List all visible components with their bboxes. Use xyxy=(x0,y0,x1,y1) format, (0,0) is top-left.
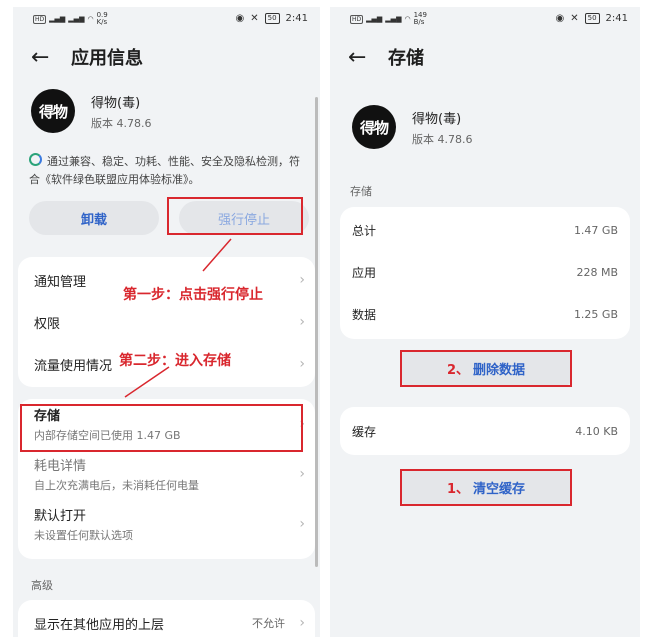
wifi-icon: ◠ xyxy=(404,15,411,23)
signal-icon-2: ▂▄▆ xyxy=(385,15,402,23)
app-version: 版本 4.78.6 xyxy=(412,132,473,146)
status-bar: HD ▂▄▆ ▂▄▆ ◠ 149 B/s ◉ ✕ 50 2:41 xyxy=(330,7,640,33)
sim-icon: HD xyxy=(350,14,364,24)
app-name: 得物(毒) xyxy=(412,111,462,127)
storage-screen: HD ▂▄▆ ▂▄▆ ◠ 149 B/s ◉ ✕ 50 2:41 ← 存储 得物… xyxy=(330,7,640,637)
annotation-lines xyxy=(124,238,232,398)
row-key: 缓存 xyxy=(352,424,377,439)
signal-indicators: HD ▂▄▆ ▂▄▆ ◠ 149 B/s xyxy=(350,12,427,26)
row-value: 228 MB xyxy=(576,265,618,279)
app-info-screen: HD ▂▄▆ ▂▄▆ ◠ 0.9 K/s ◉ ✕ 50 2:41 ← 应用信息 … xyxy=(13,7,320,637)
back-arrow-icon[interactable]: ← xyxy=(348,45,388,70)
cache-card: 缓存 4.10 KB xyxy=(340,407,630,455)
annotation-line-1 xyxy=(202,238,232,272)
section-storage: 存储 xyxy=(350,185,372,198)
highlight-delete-data xyxy=(400,350,572,387)
annotation-step2: 第二步：进入存储 xyxy=(119,353,231,369)
annotation-step1: 第一步：点击强行停止 xyxy=(123,287,263,303)
row-key: 数据 xyxy=(352,307,377,322)
mute-icon: ✕ xyxy=(570,13,579,24)
storage-row-total: 总计 1.47 GB xyxy=(340,209,630,251)
highlight-clear-cache xyxy=(400,469,572,506)
storage-row-data: 数据 1.25 GB xyxy=(340,293,630,335)
app-header: 得物 得物(毒) 版本 4.78.6 xyxy=(352,105,472,149)
row-value: 4.10 KB xyxy=(575,424,618,438)
storage-breakdown-card: 总计 1.47 GB 应用 228 MB 数据 1.25 GB xyxy=(340,207,630,339)
row-value: 1.47 GB xyxy=(573,223,618,237)
clock: 2:41 xyxy=(605,13,628,24)
app-bar: ← 存储 xyxy=(348,41,640,73)
app-logo: 得物 xyxy=(352,105,396,149)
annotation-line-2 xyxy=(124,366,170,398)
storage-row-app: 应用 228 MB xyxy=(340,251,630,293)
row-key: 总计 xyxy=(352,223,377,238)
signal-icon: ▂▄▆ xyxy=(366,15,383,23)
page-title: 存储 xyxy=(388,48,424,69)
row-value: 1.25 GB xyxy=(573,307,618,321)
cache-row: 缓存 4.10 KB xyxy=(340,407,630,455)
status-right: ◉ ✕ 50 2:41 xyxy=(555,13,628,24)
row-key: 应用 xyxy=(352,265,377,280)
net-speed: 149 B/s xyxy=(413,11,427,26)
eye-icon: ◉ xyxy=(555,13,565,24)
battery-icon: 50 xyxy=(584,13,600,24)
